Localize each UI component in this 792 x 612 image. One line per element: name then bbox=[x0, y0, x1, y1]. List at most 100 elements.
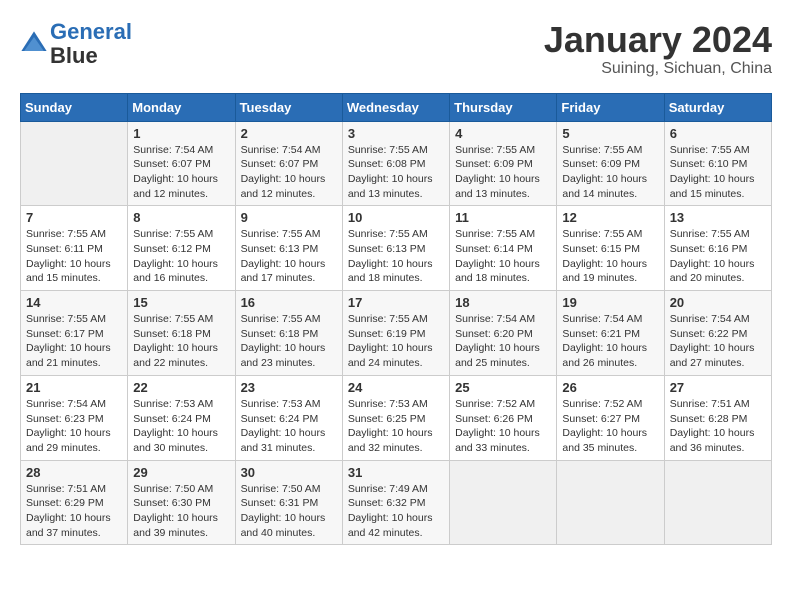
day-detail: Sunrise: 7:50 AMSunset: 6:30 PMDaylight:… bbox=[133, 482, 229, 541]
day-number: 25 bbox=[455, 380, 551, 395]
day-detail: Sunrise: 7:54 AMSunset: 6:07 PMDaylight:… bbox=[241, 143, 337, 202]
day-detail: Sunrise: 7:55 AMSunset: 6:17 PMDaylight:… bbox=[26, 312, 122, 371]
weekday-header: Saturday bbox=[664, 93, 771, 121]
weekday-header: Thursday bbox=[450, 93, 557, 121]
calendar-week-row: 28 Sunrise: 7:51 AMSunset: 6:29 PMDayligh… bbox=[21, 460, 772, 545]
day-detail: Sunrise: 7:52 AMSunset: 6:27 PMDaylight:… bbox=[562, 397, 658, 456]
day-number: 7 bbox=[26, 210, 122, 225]
day-number: 27 bbox=[670, 380, 766, 395]
day-detail: Sunrise: 7:55 AMSunset: 6:13 PMDaylight:… bbox=[241, 227, 337, 286]
day-number: 10 bbox=[348, 210, 444, 225]
day-detail: Sunrise: 7:51 AMSunset: 6:29 PMDaylight:… bbox=[26, 482, 122, 541]
calendar-cell: 5 Sunrise: 7:55 AMSunset: 6:09 PMDaylight… bbox=[557, 121, 664, 206]
calendar-cell: 11 Sunrise: 7:55 AMSunset: 6:14 PMDayligh… bbox=[450, 206, 557, 291]
calendar-cell: 24 Sunrise: 7:53 AMSunset: 6:25 PMDayligh… bbox=[342, 375, 449, 460]
day-detail: Sunrise: 7:54 AMSunset: 6:20 PMDaylight:… bbox=[455, 312, 551, 371]
day-detail: Sunrise: 7:52 AMSunset: 6:26 PMDaylight:… bbox=[455, 397, 551, 456]
day-number: 22 bbox=[133, 380, 229, 395]
calendar-cell: 8Sunrise: 7:55 AMSunset: 6:12 PMDaylight… bbox=[128, 206, 235, 291]
day-number: 3 bbox=[348, 126, 444, 141]
day-detail: Sunrise: 7:55 AMSunset: 6:09 PMDaylight:… bbox=[562, 143, 658, 202]
day-detail: Sunrise: 7:55 AMSunset: 6:13 PMDaylight:… bbox=[348, 227, 444, 286]
weekday-header: Friday bbox=[557, 93, 664, 121]
calendar-cell bbox=[21, 121, 128, 206]
calendar-body: 1 Sunrise: 7:54 AMSunset: 6:07 PMDaylight… bbox=[21, 121, 772, 545]
day-detail: Sunrise: 7:55 AMSunset: 6:18 PMDaylight:… bbox=[133, 312, 229, 371]
day-number: 6 bbox=[670, 126, 766, 141]
calendar-cell: 1Sunrise: 7:54 AMSunset: 6:07 PMDaylight… bbox=[128, 121, 235, 206]
day-number: 2 bbox=[241, 126, 337, 141]
day-detail: Sunrise: 7:50 AMSunset: 6:31 PMDaylight:… bbox=[241, 482, 337, 541]
calendar-cell: 20 Sunrise: 7:54 AMSunset: 6:22 PMDayligh… bbox=[664, 291, 771, 376]
calendar-cell: 28 Sunrise: 7:51 AMSunset: 6:29 PMDayligh… bbox=[21, 460, 128, 545]
day-number: 15 bbox=[133, 295, 229, 310]
day-number: 23 bbox=[241, 380, 337, 395]
day-number: 20 bbox=[670, 295, 766, 310]
day-number: 11 bbox=[455, 210, 551, 225]
day-detail: Sunrise: 7:55 AMSunset: 6:15 PMDaylight:… bbox=[562, 227, 658, 286]
calendar-cell: 13Sunrise: 7:55 AMSunset: 6:16 PMDayligh… bbox=[664, 206, 771, 291]
weekday-header: Tuesday bbox=[235, 93, 342, 121]
calendar-table: SundayMondayTuesdayWednesdayThursdayFrid… bbox=[20, 93, 772, 546]
logo: General Blue bbox=[20, 20, 132, 68]
logo-text: General Blue bbox=[50, 20, 132, 68]
day-detail: Sunrise: 7:55 AMSunset: 6:10 PMDaylight:… bbox=[670, 143, 766, 202]
day-detail: Sunrise: 7:53 AMSunset: 6:25 PMDaylight:… bbox=[348, 397, 444, 456]
day-detail: Sunrise: 7:55 AMSunset: 6:16 PMDaylight:… bbox=[670, 227, 766, 286]
calendar-cell: 18 Sunrise: 7:54 AMSunset: 6:20 PMDayligh… bbox=[450, 291, 557, 376]
calendar-cell bbox=[664, 460, 771, 545]
calendar-cell: 26 Sunrise: 7:52 AMSunset: 6:27 PMDayligh… bbox=[557, 375, 664, 460]
calendar-cell: 17Sunrise: 7:55 AMSunset: 6:19 PMDayligh… bbox=[342, 291, 449, 376]
day-detail: Sunrise: 7:49 AMSunset: 6:32 PMDaylight:… bbox=[348, 482, 444, 541]
day-detail: Sunrise: 7:55 AMSunset: 6:14 PMDaylight:… bbox=[455, 227, 551, 286]
calendar-cell bbox=[557, 460, 664, 545]
month-title: January 2024 bbox=[544, 20, 772, 60]
day-detail: Sunrise: 7:54 AMSunset: 6:22 PMDaylight:… bbox=[670, 312, 766, 371]
day-detail: Sunrise: 7:55 AMSunset: 6:11 PMDaylight:… bbox=[26, 227, 122, 286]
calendar-cell: 2 Sunrise: 7:54 AMSunset: 6:07 PMDaylight… bbox=[235, 121, 342, 206]
day-number: 18 bbox=[455, 295, 551, 310]
page-header: General Blue January 2024 Suining, Sichu… bbox=[20, 20, 772, 78]
day-number: 14 bbox=[26, 295, 122, 310]
day-number: 4 bbox=[455, 126, 551, 141]
calendar-cell: 9Sunrise: 7:55 AMSunset: 6:13 PMDaylight… bbox=[235, 206, 342, 291]
day-number: 26 bbox=[562, 380, 658, 395]
calendar-cell: 31 Sunrise: 7:49 AMSunset: 6:32 PMDayligh… bbox=[342, 460, 449, 545]
day-number: 24 bbox=[348, 380, 444, 395]
calendar-cell: 12 Sunrise: 7:55 AMSunset: 6:15 PMDayligh… bbox=[557, 206, 664, 291]
day-number: 12 bbox=[562, 210, 658, 225]
calendar-cell: 3 Sunrise: 7:55 AMSunset: 6:08 PMDaylight… bbox=[342, 121, 449, 206]
calendar-week-row: 7 Sunrise: 7:55 AMSunset: 6:11 PMDaylight… bbox=[21, 206, 772, 291]
calendar-week-row: 1 Sunrise: 7:54 AMSunset: 6:07 PMDaylight… bbox=[21, 121, 772, 206]
day-detail: Sunrise: 7:54 AMSunset: 6:23 PMDaylight:… bbox=[26, 397, 122, 456]
calendar-cell bbox=[450, 460, 557, 545]
day-number: 1 bbox=[133, 126, 229, 141]
calendar-cell: 23 Sunrise: 7:53 AMSunset: 6:24 PMDayligh… bbox=[235, 375, 342, 460]
calendar-cell: 22 Sunrise: 7:53 AMSunset: 6:24 PMDayligh… bbox=[128, 375, 235, 460]
day-number: 30 bbox=[241, 465, 337, 480]
calendar-cell: 7 Sunrise: 7:55 AMSunset: 6:11 PMDaylight… bbox=[21, 206, 128, 291]
calendar-cell: 10 Sunrise: 7:55 AMSunset: 6:13 PMDayligh… bbox=[342, 206, 449, 291]
day-detail: Sunrise: 7:55 AMSunset: 6:19 PMDaylight:… bbox=[348, 312, 444, 371]
day-detail: Sunrise: 7:53 AMSunset: 6:24 PMDaylight:… bbox=[241, 397, 337, 456]
weekday-header: Sunday bbox=[21, 93, 128, 121]
day-number: 21 bbox=[26, 380, 122, 395]
calendar-week-row: 21 Sunrise: 7:54 AMSunset: 6:23 PMDayligh… bbox=[21, 375, 772, 460]
day-number: 16 bbox=[241, 295, 337, 310]
calendar-header: SundayMondayTuesdayWednesdayThursdayFrid… bbox=[21, 93, 772, 121]
calendar-cell: 14 Sunrise: 7:55 AMSunset: 6:17 PMDayligh… bbox=[21, 291, 128, 376]
calendar-cell: 15 Sunrise: 7:55 AMSunset: 6:18 PMDayligh… bbox=[128, 291, 235, 376]
day-detail: Sunrise: 7:53 AMSunset: 6:24 PMDaylight:… bbox=[133, 397, 229, 456]
calendar-cell: 19Sunrise: 7:54 AMSunset: 6:21 PMDayligh… bbox=[557, 291, 664, 376]
calendar-cell: 6 Sunrise: 7:55 AMSunset: 6:10 PMDaylight… bbox=[664, 121, 771, 206]
day-detail: Sunrise: 7:55 AMSunset: 6:18 PMDaylight:… bbox=[241, 312, 337, 371]
calendar-cell: 29Sunrise: 7:50 AMSunset: 6:30 PMDayligh… bbox=[128, 460, 235, 545]
day-detail: Sunrise: 7:55 AMSunset: 6:08 PMDaylight:… bbox=[348, 143, 444, 202]
day-number: 31 bbox=[348, 465, 444, 480]
day-number: 28 bbox=[26, 465, 122, 480]
day-number: 5 bbox=[562, 126, 658, 141]
calendar-cell: 21 Sunrise: 7:54 AMSunset: 6:23 PMDayligh… bbox=[21, 375, 128, 460]
title-area: January 2024 Suining, Sichuan, China bbox=[544, 20, 772, 78]
calendar-cell: 4Sunrise: 7:55 AMSunset: 6:09 PMDaylight… bbox=[450, 121, 557, 206]
calendar-cell: 16 Sunrise: 7:55 AMSunset: 6:18 PMDayligh… bbox=[235, 291, 342, 376]
